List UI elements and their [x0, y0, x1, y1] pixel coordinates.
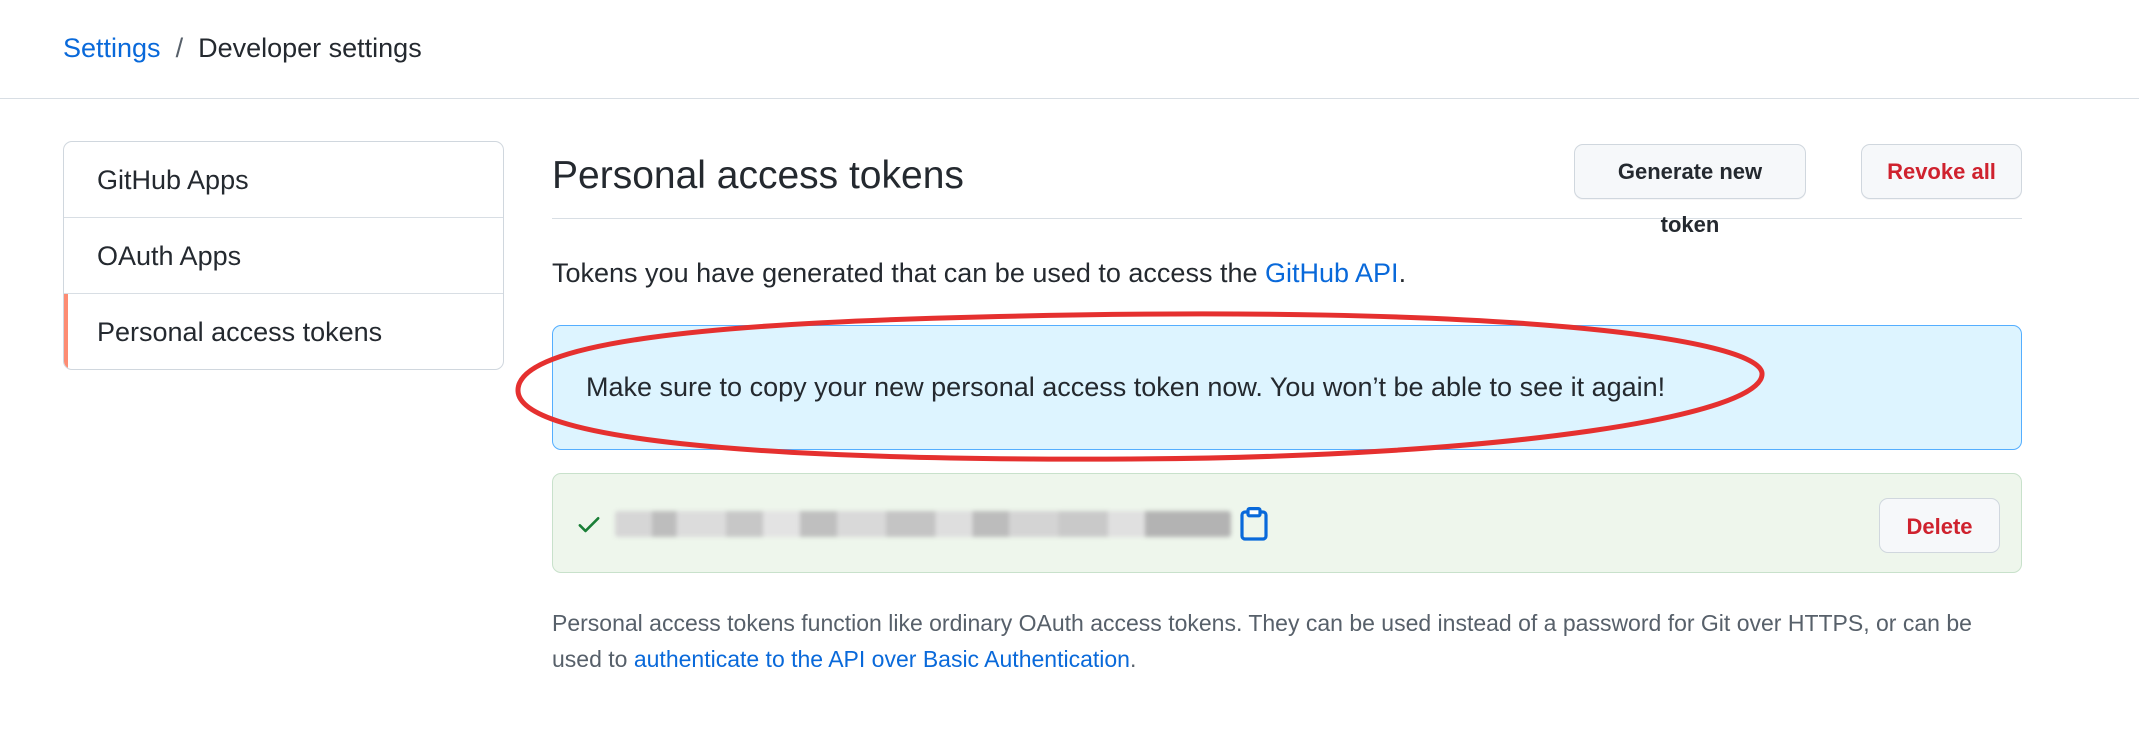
sidebar-item-personal-access-tokens[interactable]: Personal access tokens [64, 294, 503, 369]
main-content: Personal access tokens Generate new toke… [515, 141, 2022, 672]
copy-token-flash: Make sure to copy your new personal acce… [552, 325, 2022, 450]
page-title: Personal access tokens [552, 154, 964, 197]
footnote: Personal access tokens function like ord… [552, 605, 2022, 677]
developer-settings-sidebar: GitHub Apps OAuth Apps Personal access t… [63, 141, 504, 370]
delete-token-button[interactable]: Delete [1879, 498, 2000, 553]
title-row: Personal access tokens Generate new toke… [552, 141, 2022, 237]
github-api-link[interactable]: GitHub API [1265, 258, 1399, 288]
breadcrumb-separator: / [175, 33, 184, 63]
intro-prefix: Tokens you have generated that can be us… [552, 258, 1265, 288]
flash-message: Make sure to copy your new personal acce… [586, 372, 1666, 402]
footnote-suffix: . [1129, 646, 1137, 672]
breadcrumb: Settings / Developer settings [63, 30, 422, 66]
intro-text: Tokens you have generated that can be us… [552, 255, 1406, 291]
breadcrumb-current: Developer settings [198, 33, 422, 63]
intro-suffix: . [1398, 258, 1407, 288]
token-value[interactable] [615, 511, 1231, 537]
check-icon [578, 517, 600, 533]
revoke-all-button[interactable]: Revoke all [1861, 144, 2022, 199]
breadcrumb-settings-link[interactable]: Settings [63, 33, 161, 63]
generate-new-token-button[interactable]: Generate new token [1574, 144, 1806, 237]
clipboard-icon[interactable] [1239, 507, 1269, 541]
page-header: Settings / Developer settings [0, 0, 2139, 99]
basic-auth-link[interactable]: authenticate to the API over Basic Authe… [634, 646, 1130, 672]
sidebar-item-oauth-apps[interactable]: OAuth Apps [64, 218, 503, 294]
new-token-row: Delete [552, 473, 2022, 573]
sidebar-item-github-apps[interactable]: GitHub Apps [64, 142, 503, 218]
